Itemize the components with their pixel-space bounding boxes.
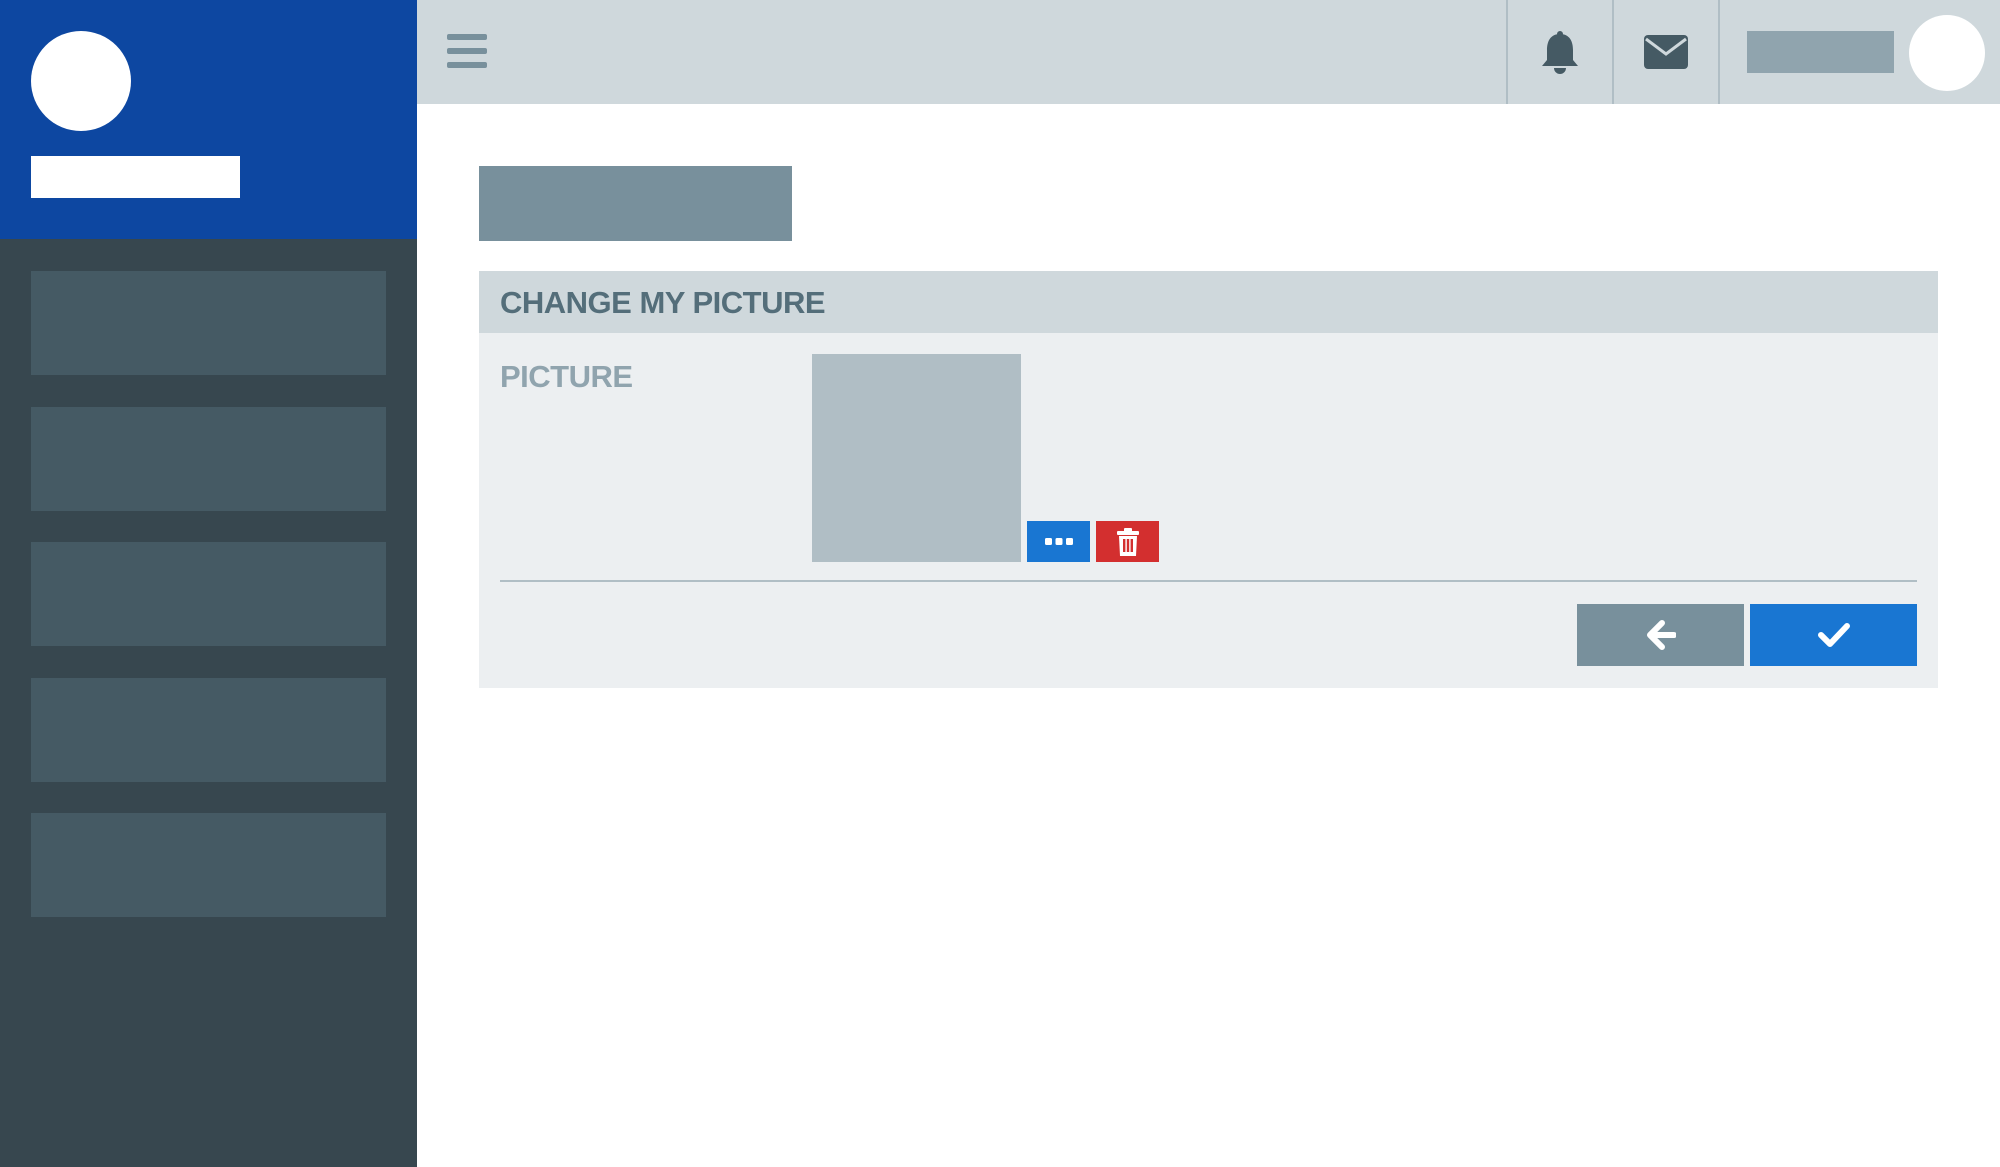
sidebar-header [0,0,417,239]
trash-icon [1116,527,1139,556]
panel-divider [500,580,1917,582]
username-placeholder[interactable] [1747,31,1894,73]
messages-button[interactable] [1614,0,1718,104]
hamburger-menu-icon[interactable] [447,34,487,68]
page-title-placeholder [479,166,792,241]
user-avatar[interactable] [1909,15,1985,91]
back-button[interactable] [1577,604,1744,666]
change-picture-panel: CHANGE MY PICTURE PICTURE [479,271,1938,688]
picture-label: PICTURE [500,359,633,394]
envelope-icon [1644,35,1688,69]
sidebar-item-1[interactable] [31,271,386,375]
brand-name-placeholder [31,156,240,198]
sidebar-item-5[interactable] [31,813,386,917]
sidebar-item-2[interactable] [31,407,386,511]
ellipsis-icon [1044,537,1073,545]
topbar [417,0,2000,104]
notifications-button[interactable] [1508,0,1612,104]
panel-title: CHANGE MY PICTURE [500,285,826,320]
brand-avatar [31,31,131,131]
sidebar-item-4[interactable] [31,678,386,782]
delete-picture-button[interactable] [1096,521,1159,562]
sidebar-item-3[interactable] [31,542,386,646]
picture-preview [812,354,1021,562]
confirm-button[interactable] [1750,604,1917,666]
browse-picture-button[interactable] [1027,521,1090,562]
panel-header: CHANGE MY PICTURE [479,271,1938,333]
check-icon [1817,623,1850,647]
sidebar [0,0,417,1167]
bell-icon [1542,31,1578,74]
arrow-left-icon [1646,620,1676,650]
topbar-divider [1718,0,1720,104]
